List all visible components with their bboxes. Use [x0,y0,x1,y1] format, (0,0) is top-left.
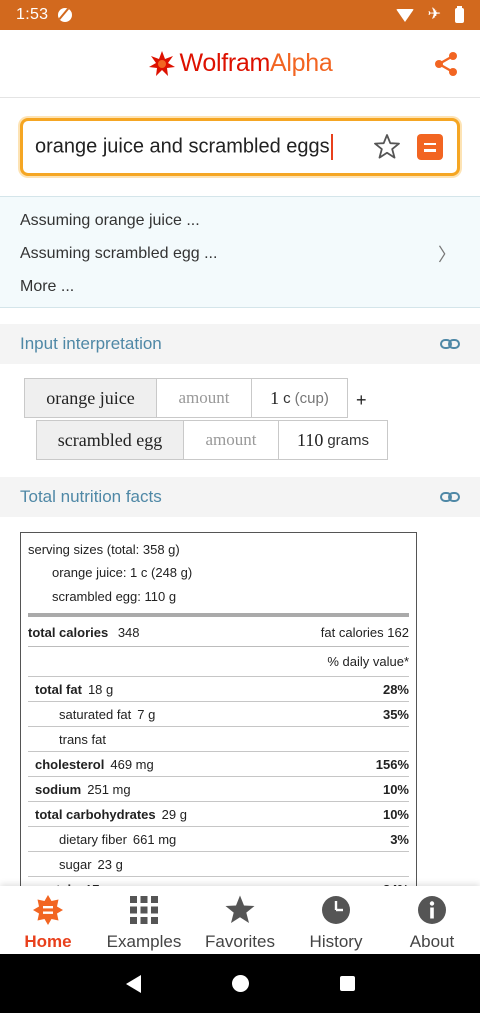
link-icon[interactable] [440,489,460,505]
nutrient-label: cholesterol [35,756,105,772]
serving-scrambled-egg: scrambled egg: 110 g [52,589,177,604]
pod-header-input-interpretation: Input interpretation [0,324,480,364]
notification-icon [58,8,73,22]
search-input[interactable]: orange juice and scrambled eggs [35,134,333,160]
nav-examples[interactable]: Examples [96,886,192,954]
nutrient-row: cholesterol 469 mg 156% [28,752,409,777]
interpretation-row-scrambled-egg: scrambled egg amount 110 grams [36,420,388,460]
nutrition-label: serving sizes (total: 358 g) orange juic… [20,532,417,892]
status-bar: 1:53 ✈ [0,0,480,30]
daily-value-header: % daily value* [28,647,409,677]
pod-title: Input interpretation [20,334,162,353]
logo-wolfram-text: Wolfram [179,49,271,77]
assumptions-panel[interactable]: Assuming orange juice ... Assuming scram… [0,196,480,308]
nutrient-label: saturated fat [59,706,132,722]
nutrient-label: total fat [35,681,82,697]
search-box[interactable]: orange juice and scrambled eggs [20,118,460,176]
interp-name: orange juice [24,378,156,418]
back-icon[interactable] [125,974,141,993]
nutrient-daily-value: 10% [382,806,409,822]
assumption-scrambled-egg[interactable]: Assuming scrambled egg ... [20,242,460,275]
nutrient-label: total carbohydrates [35,806,156,822]
nutrient-daily-value: 28% [382,681,409,697]
recents-icon[interactable] [339,976,355,991]
info-icon [418,896,446,924]
calories-row: total calories 348 fat calories 162 [28,619,409,647]
nutrient-row: dietary fiber 661 mg 3% [28,827,409,852]
app-header: WolframAlpha [0,30,480,98]
nutrient-daily-value: 10% [382,781,409,797]
nav-about[interactable]: About [384,886,480,954]
grid-icon [130,896,158,924]
logo-alpha-text: Alpha [270,49,333,77]
nutrient-amount: 7 g [137,706,156,722]
nutrient-daily-value: 3% [390,831,409,847]
battery-icon [455,5,464,23]
favorite-star-icon[interactable] [373,133,401,161]
text-caret [330,134,333,160]
clock-icon [322,896,350,924]
divider [28,613,409,617]
nutrient-row: trans fat [28,727,409,752]
nutrient-amount: 661 mg [132,831,177,847]
interp-role: amount [156,378,251,418]
android-navigation-bar [0,954,480,1013]
more-assumptions-link[interactable]: More ... [20,275,460,303]
nutrient-row: sugar 23 g [28,852,409,877]
nav-history[interactable]: History [288,886,384,954]
nutrient-amount: 251 mg [87,781,131,797]
nutrient-amount: 23 g [97,856,123,872]
serving-total: serving sizes (total: 358 g) [28,542,180,557]
pod-title: Total nutrition facts [20,487,162,506]
nutrient-row: total carbohydrates 29 g 10% [28,802,409,827]
plus-operator: + [356,390,367,410]
nutrient-label: dietary fiber [59,831,127,847]
link-icon[interactable] [440,336,460,352]
nutrient-amount: 469 mg [110,756,154,772]
nav-home[interactable]: Home [0,886,96,954]
nutrient-amount: 18 g [87,681,114,697]
wolfram-alpha-logo: WolframAlpha [148,49,333,78]
nutrient-label: sugar [59,856,92,872]
home-circle-icon[interactable] [231,975,249,992]
nutrient-daily-value: 156% [375,756,409,772]
nutrient-daily-value: 35% [382,706,409,722]
interp-value: 1 c (cup) [251,378,348,418]
nutrient-row: saturated fat 7 g 35% [28,702,409,727]
status-time: 1:53 [16,6,49,23]
nutrient-label: trans fat [59,731,106,747]
interpretation-row-orange-juice: orange juice amount 1 c (cup) [24,378,348,418]
nutrient-amount: 29 g [161,806,187,822]
wifi-icon [395,8,414,22]
nutrient-row: sodium 251 mg 10% [28,777,409,802]
status-icons: ✈ [395,5,464,23]
compute-button[interactable] [417,134,443,160]
nutrient-rows: total fat 18 g 28% saturated fat 7 g 35% trans… [28,677,409,891]
nutrient-row: total fat 18 g 28% [28,677,409,702]
star-icon [225,895,255,923]
serving-orange-juice: orange juice: 1 c (248 g) [52,565,193,580]
pod-header-nutrition-facts: Total nutrition facts [0,477,480,517]
interp-role: amount [183,420,278,460]
interp-value: 110 grams [278,420,388,460]
nav-favorites[interactable]: Favorites [192,886,288,954]
interp-name: scrambled egg [36,420,183,460]
chevron-right-icon[interactable]: 〉 [438,241,456,267]
wolfram-spikey-icon [148,50,175,76]
share-icon[interactable] [432,50,460,78]
assumption-orange-juice[interactable]: Assuming orange juice ... [20,209,460,242]
airplane-mode-icon: ✈ [427,6,441,23]
bottom-navigation: Home Examples Favorites History About [0,886,480,954]
home-icon [33,895,63,925]
nutrient-label: sodium [35,781,82,797]
